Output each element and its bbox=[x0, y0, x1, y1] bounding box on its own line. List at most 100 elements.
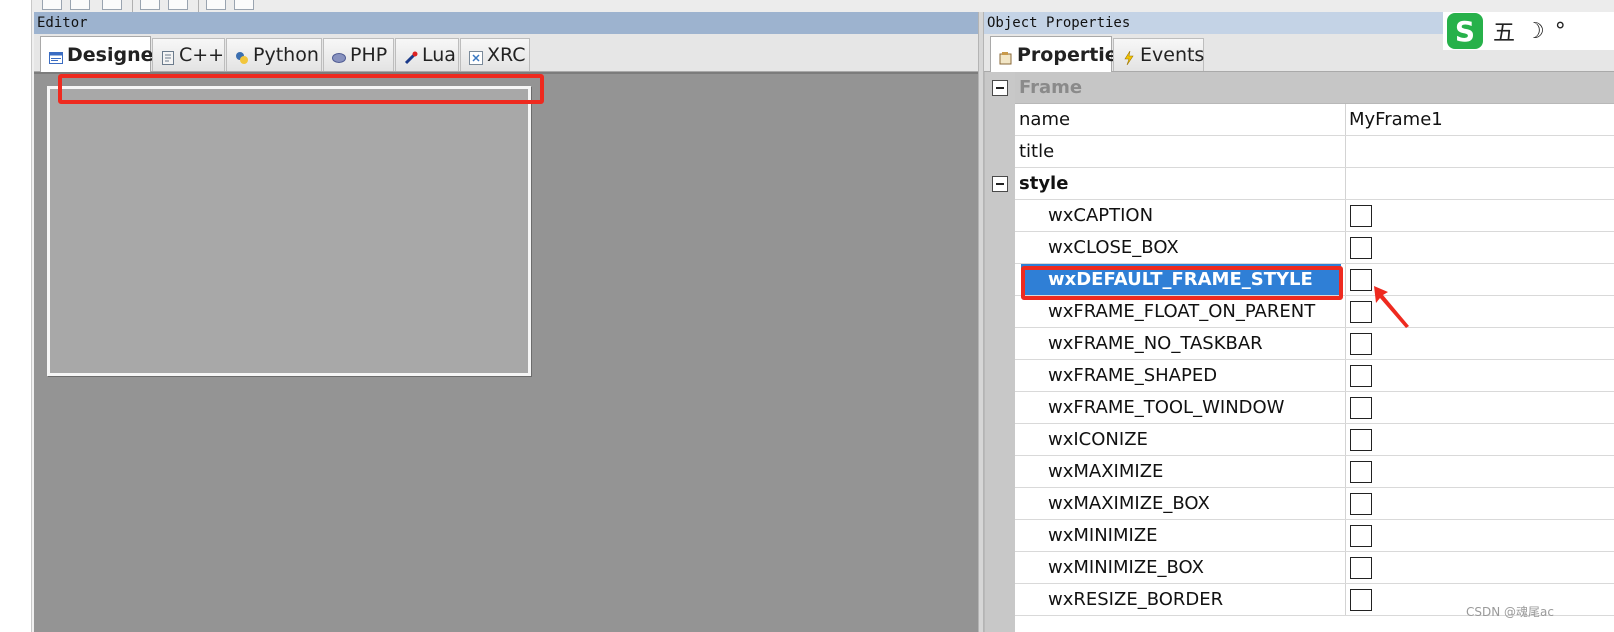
toolbar-button-icon[interactable] bbox=[206, 0, 226, 10]
category-row-frame[interactable]: Frame bbox=[1015, 72, 1614, 104]
column-divider[interactable] bbox=[1345, 552, 1346, 583]
style-flag-checkbox[interactable] bbox=[1350, 461, 1372, 483]
property-row-style[interactable]: style bbox=[1015, 168, 1614, 200]
style-flag-row[interactable]: wxCAPTION bbox=[1015, 200, 1614, 232]
tab-designer[interactable]: Designer bbox=[40, 36, 163, 72]
php-icon bbox=[332, 48, 346, 63]
toolbar-button-icon[interactable] bbox=[102, 0, 122, 10]
style-flag-checkbox[interactable] bbox=[1350, 301, 1372, 323]
style-flag-name: wxRESIZE_BORDER bbox=[1048, 589, 1224, 610]
style-flag-row[interactable]: wxMINIMIZE_BOX bbox=[1015, 552, 1614, 584]
lua-icon bbox=[404, 48, 418, 65]
column-divider[interactable] bbox=[1345, 488, 1346, 519]
tab-xrc-label: XRC bbox=[487, 44, 526, 66]
style-flag-checkbox[interactable] bbox=[1350, 365, 1372, 387]
style-flag-row[interactable]: wxMAXIMIZE_BOX bbox=[1015, 488, 1614, 520]
tab-python[interactable]: Python bbox=[226, 38, 322, 71]
style-flag-name: wxMAXIMIZE_BOX bbox=[1048, 493, 1210, 514]
tab-lua[interactable]: Lua bbox=[395, 38, 459, 71]
style-flag-name: wxCAPTION bbox=[1048, 205, 1154, 226]
style-flag-checkbox[interactable] bbox=[1350, 589, 1372, 611]
tab-events[interactable]: Events bbox=[1113, 38, 1204, 71]
property-row-title[interactable]: title bbox=[1015, 136, 1614, 168]
frame-preview[interactable] bbox=[47, 86, 531, 376]
toolbar-button-icon[interactable] bbox=[70, 0, 90, 10]
column-divider[interactable] bbox=[1345, 264, 1346, 295]
property-name: title bbox=[1019, 141, 1055, 162]
toolbar-button-icon[interactable] bbox=[42, 0, 62, 10]
style-flag-row[interactable]: wxFRAME_SHAPED bbox=[1015, 360, 1614, 392]
cpp-icon bbox=[161, 48, 175, 65]
style-flag-row[interactable]: wxFRAME_NO_TASKBAR bbox=[1015, 328, 1614, 360]
degree-icon: ° bbox=[1554, 18, 1566, 44]
style-flag-checkbox[interactable] bbox=[1350, 525, 1372, 547]
ime-logo-icon: S bbox=[1447, 13, 1483, 49]
column-divider[interactable] bbox=[1345, 232, 1346, 263]
designer-icon bbox=[49, 48, 63, 64]
toolbar-button-icon[interactable] bbox=[140, 0, 160, 10]
tab-cpp[interactable]: C++ bbox=[152, 38, 225, 71]
style-flag-checkbox[interactable] bbox=[1350, 557, 1372, 579]
left-desktop-strip bbox=[0, 0, 32, 632]
style-flag-name: wxFRAME_TOOL_WINDOW bbox=[1048, 397, 1285, 418]
tab-php[interactable]: PHP bbox=[323, 38, 394, 71]
style-flag-checkbox[interactable] bbox=[1350, 237, 1372, 259]
style-flag-name: wxMINIMIZE_BOX bbox=[1048, 557, 1204, 578]
toolbar-separator bbox=[198, 0, 199, 12]
editor-caption: Editor bbox=[34, 12, 978, 34]
tab-php-label: PHP bbox=[350, 44, 388, 66]
app-window: Editor Designer C++ Python PHP Lua XRC O… bbox=[0, 0, 1614, 632]
tab-xrc[interactable]: XRC bbox=[460, 38, 530, 71]
style-flag-row[interactable]: wxFRAME_FLOAT_ON_PARENT bbox=[1015, 296, 1614, 328]
tab-properties[interactable]: Properties bbox=[990, 36, 1129, 72]
property-name: style bbox=[1019, 173, 1069, 194]
column-divider[interactable] bbox=[1345, 104, 1346, 135]
style-flag-checkbox[interactable] bbox=[1350, 429, 1372, 451]
style-flag-row[interactable]: wxMINIMIZE bbox=[1015, 520, 1614, 552]
property-row-name[interactable]: name MyFrame1 bbox=[1015, 104, 1614, 136]
toolbar bbox=[32, 0, 1614, 12]
tab-python-label: Python bbox=[253, 44, 319, 66]
toolbar-button-icon[interactable] bbox=[234, 0, 254, 10]
column-divider[interactable] bbox=[1345, 296, 1346, 327]
style-flag-name: wxMINIMIZE bbox=[1048, 525, 1158, 546]
column-divider[interactable] bbox=[1345, 456, 1346, 487]
style-flag-name: wxICONIZE bbox=[1048, 429, 1148, 450]
ime-indicator[interactable]: S 五 ☽ ° bbox=[1443, 12, 1614, 50]
collapse-frame-icon[interactable] bbox=[992, 80, 1008, 96]
column-divider[interactable] bbox=[1345, 392, 1346, 423]
toolbar-separator bbox=[132, 0, 133, 12]
style-flag-checkbox[interactable] bbox=[1350, 205, 1372, 227]
column-divider[interactable] bbox=[1345, 200, 1346, 231]
style-flag-row[interactable]: wxICONIZE bbox=[1015, 424, 1614, 456]
red-arrow-icon bbox=[1374, 286, 1409, 328]
designer-canvas[interactable] bbox=[34, 72, 978, 632]
column-divider[interactable] bbox=[1345, 328, 1346, 359]
style-flag-checkbox[interactable] bbox=[1350, 493, 1372, 515]
style-flag-row[interactable]: wxMAXIMIZE bbox=[1015, 456, 1614, 488]
ime-mode: 五 bbox=[1493, 21, 1516, 46]
column-divider[interactable] bbox=[1345, 360, 1346, 391]
style-flag-row[interactable]: wxFRAME_TOOL_WINDOW bbox=[1015, 392, 1614, 424]
moon-icon: ☽ bbox=[1525, 18, 1545, 44]
tab-designer-label: Designer bbox=[67, 43, 163, 66]
collapse-style-icon[interactable] bbox=[992, 176, 1008, 192]
column-divider[interactable] bbox=[1345, 136, 1346, 167]
style-flag-checkbox[interactable] bbox=[1350, 269, 1372, 291]
tab-events-label: Events bbox=[1140, 44, 1205, 66]
column-divider[interactable] bbox=[1345, 424, 1346, 455]
property-grid: Frame name MyFrame1 title style wxCAPTION wxCL… bbox=[984, 72, 1614, 632]
style-flag-checkbox[interactable] bbox=[1350, 333, 1372, 355]
style-flag-name: wxMAXIMIZE bbox=[1048, 461, 1164, 482]
red-highlight-box bbox=[58, 74, 544, 104]
toolbar-button-icon[interactable] bbox=[168, 0, 188, 10]
column-divider[interactable] bbox=[1345, 520, 1346, 551]
property-grid-gutter bbox=[985, 72, 1015, 632]
style-flag-row[interactable]: wxCLOSE_BOX bbox=[1015, 232, 1614, 264]
red-highlight-box bbox=[1021, 266, 1343, 300]
style-flag-checkbox[interactable] bbox=[1350, 397, 1372, 419]
column-divider[interactable] bbox=[1345, 584, 1346, 615]
style-flag-name: wxFRAME_SHAPED bbox=[1048, 365, 1218, 386]
property-value[interactable]: MyFrame1 bbox=[1349, 104, 1443, 135]
column-divider[interactable] bbox=[1345, 168, 1346, 199]
